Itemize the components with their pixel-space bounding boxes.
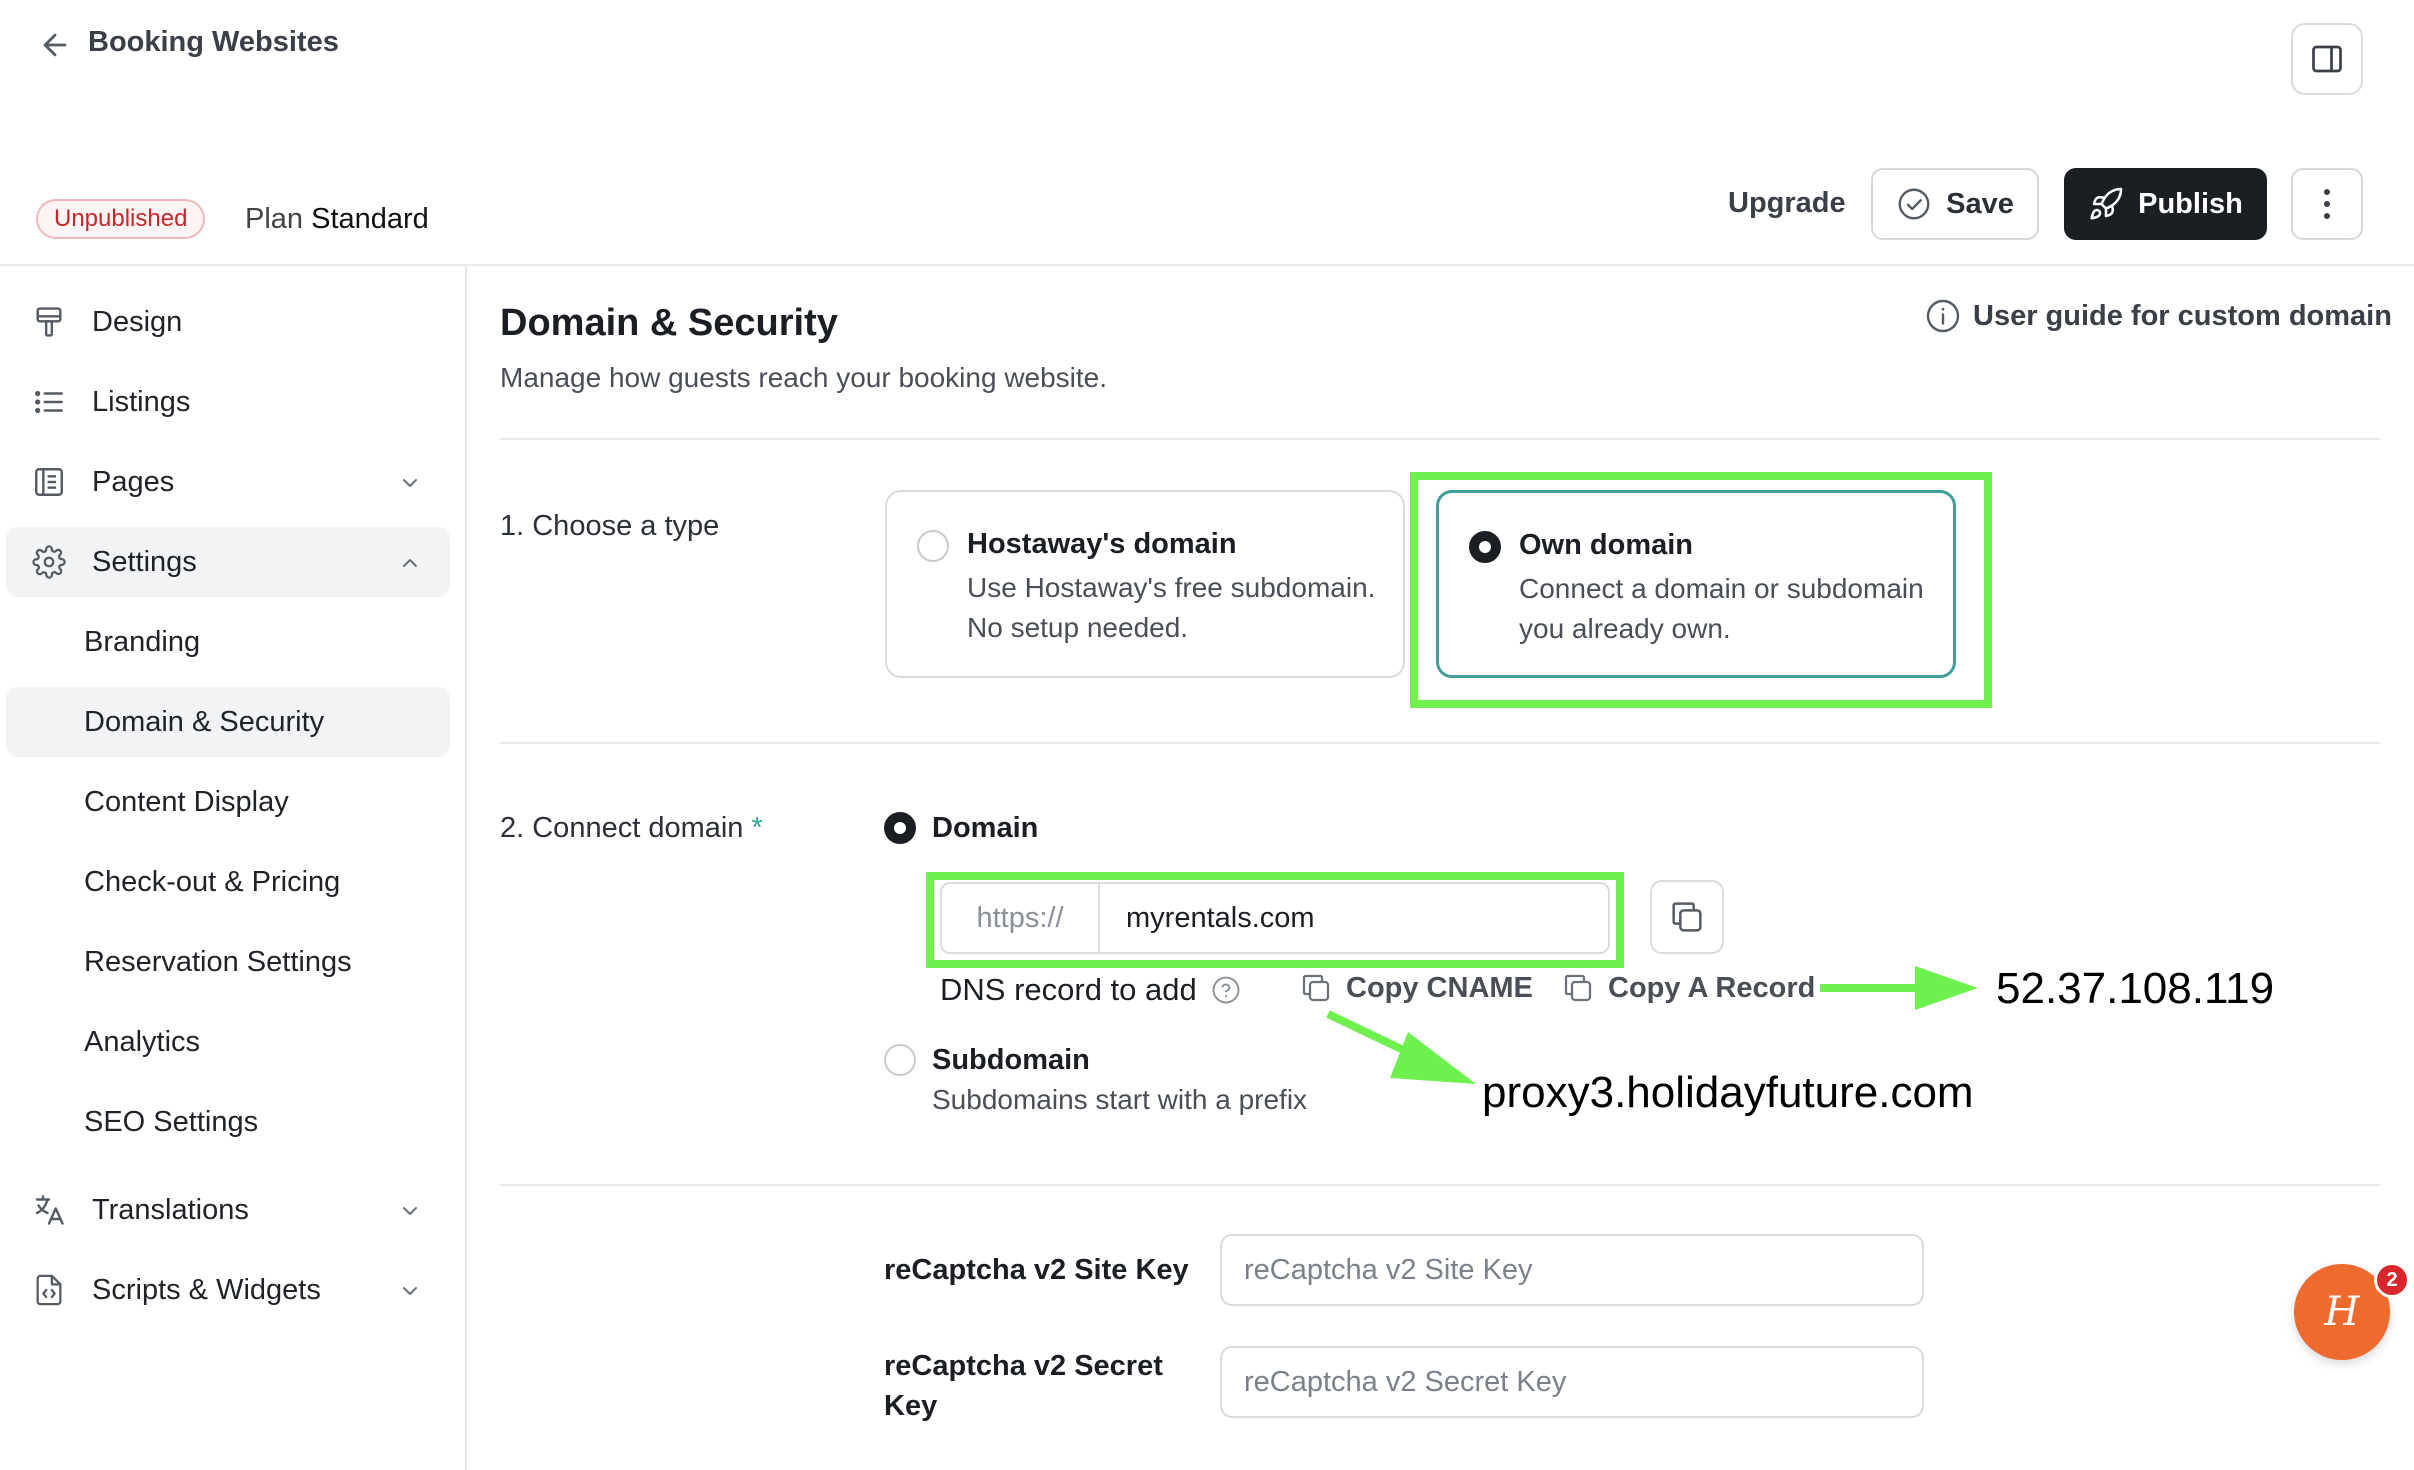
arrow-to-a-record (1820, 966, 1978, 1010)
hostaway-logo-icon: H (2324, 1289, 2360, 1335)
site-key-input[interactable] (1220, 1234, 1924, 1306)
site-key-label: reCaptcha v2 Site Key (884, 1254, 1189, 1286)
a-record-annotation: 52.37.108.119 (1996, 964, 2275, 1013)
secret-key-input[interactable] (1220, 1346, 1924, 1418)
section-divider (500, 1184, 2380, 1186)
cname-annotation: proxy3.holidayfuture.com (1482, 1068, 1974, 1117)
arrow-to-cname (1326, 1010, 1476, 1084)
notification-badge: 2 (2374, 1262, 2410, 1298)
annotation-arrows (1326, 966, 1978, 1084)
secret-key-label: reCaptcha v2 Secret Key (884, 1350, 1163, 1422)
